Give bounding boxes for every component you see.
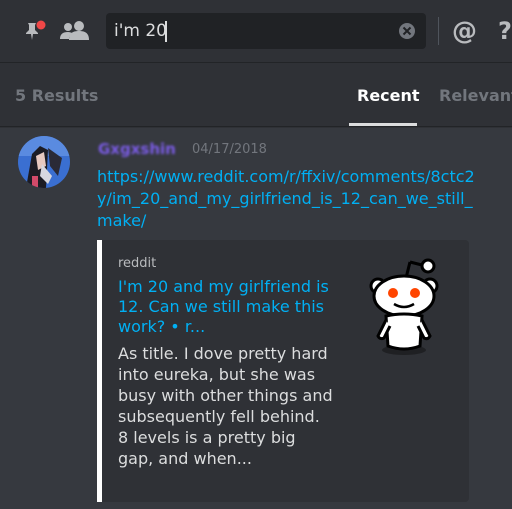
message-author[interactable]: Gxgxshin [98,140,176,158]
embed-title[interactable]: I'm 20 and my girlfriend is 12. Can we s… [118,277,330,337]
link-embed: reddit I'm 20 and my girlfriend is 12. C… [97,240,469,502]
help-icon[interactable]: ? [498,17,512,45]
pin-icon[interactable] [22,18,48,44]
tab-recent[interactable]: Recent [357,86,420,105]
message-link[interactable]: https://www.reddit.com/r/ffxiv/comments/… [97,166,477,232]
search-header: @ ? [0,0,512,63]
members-icon[interactable] [59,18,91,44]
embed-description: As title. I dove pretty hard into eureka… [118,344,333,468]
results-header: 5 Results Recent Relevant [0,64,512,127]
embed-provider: reddit [118,256,157,271]
mentions-icon[interactable]: @ [452,17,477,45]
results-count: 5 Results [15,86,99,105]
avatar[interactable] [18,136,70,188]
reddit-alien-icon[interactable] [364,250,444,360]
text-caret [165,21,167,42]
clear-search-icon[interactable] [398,22,416,40]
active-tab-indicator [349,123,417,126]
search-box[interactable] [106,13,426,49]
search-input[interactable] [114,19,384,43]
message-timestamp: 04/17/2018 [192,142,267,157]
toolbar-divider [438,17,439,45]
tab-relevant[interactable]: Relevant [439,86,512,105]
search-result[interactable]: Gxgxshin 04/17/2018 https://www.reddit.c… [0,128,512,509]
